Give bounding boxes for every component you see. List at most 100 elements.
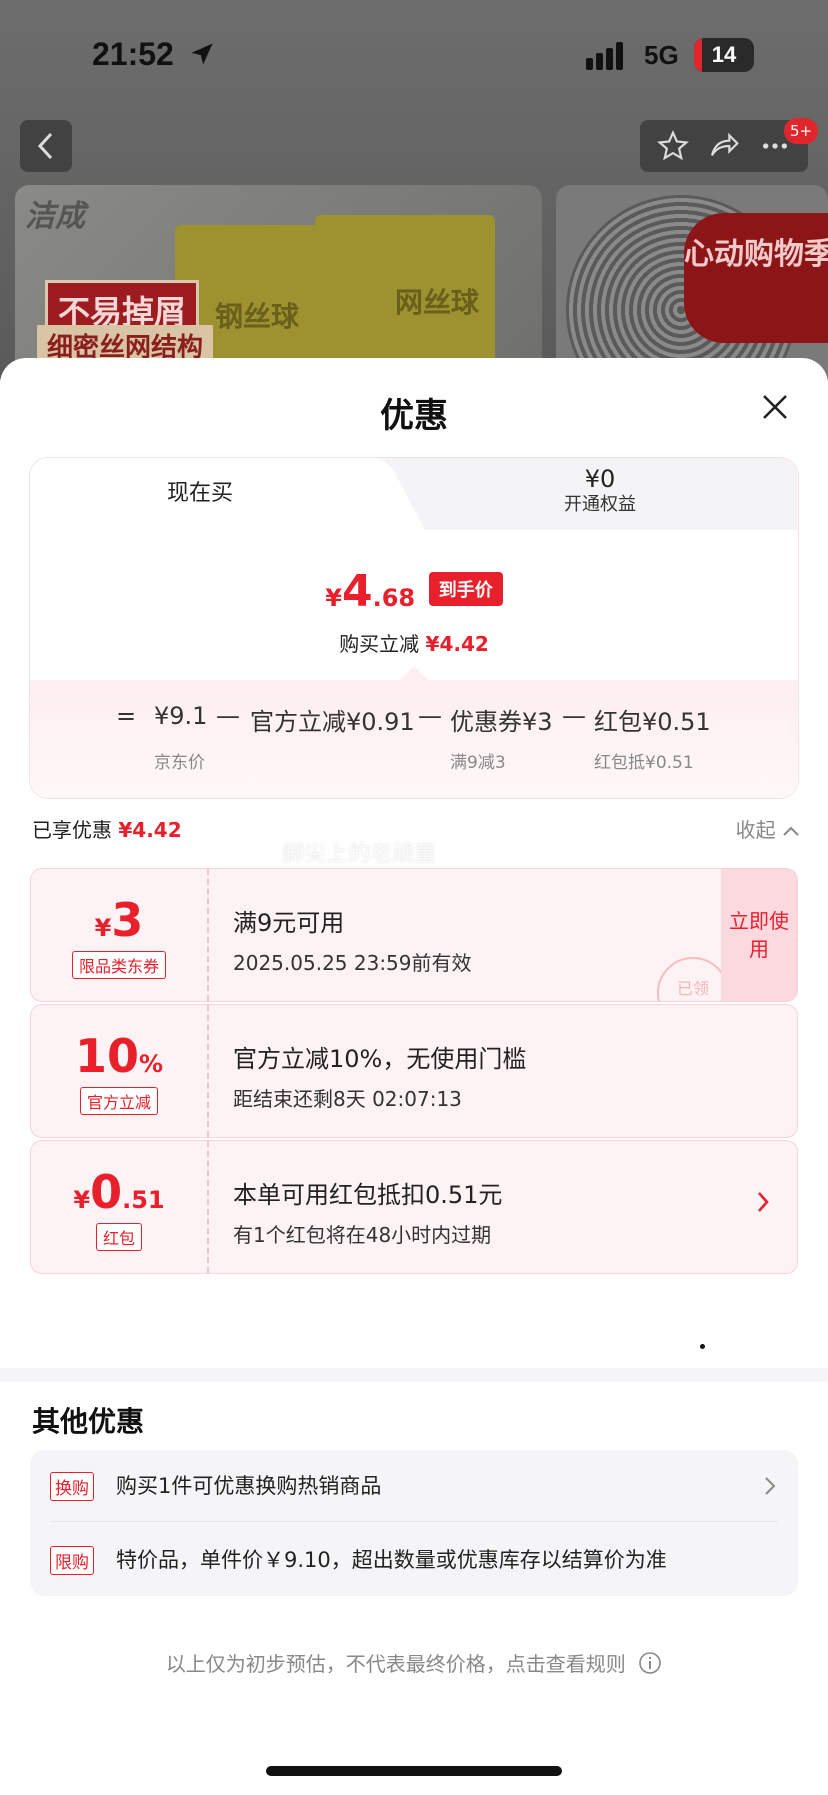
header-actions <box>640 120 808 172</box>
formula-coupon-sub: 满9减3 <box>450 753 506 773</box>
coupon-value-block: 10% 官方立减 <box>31 1005 209 1137</box>
tab-buy-now[interactable]: 现在买 <box>30 458 370 530</box>
location-arrow-icon <box>191 43 213 65</box>
price-formula: = ¥9.1 京东价 — 官方立减¥0.91 — 优惠券¥3 满9减3 — 红包… <box>30 666 798 798</box>
coupon-title: 满9元可用 <box>233 909 345 937</box>
claimed-stamp: 已领 <box>657 957 729 1001</box>
scroll-dot <box>700 1344 705 1349</box>
footer-note-text: 以上仅为初步预估，不代表最终价格，点击查看规则 <box>165 1652 626 1676</box>
final-price-currency: ¥ <box>325 584 342 612</box>
collapse-button[interactable]: 收起 <box>736 814 800 843</box>
use-now-button[interactable]: 立即使用 <box>721 869 797 1001</box>
chevron-up-icon <box>783 826 799 836</box>
price-card: 现在买 ¥0 开通权益 ¥4.68 到手价 购买立减 ¥4.42 = ¥9.1 … <box>30 458 798 798</box>
coupon-card-official: 10% 官方立减 官方立减10%，无使用门槛 距结束还剩8天 02:07:13 <box>30 1004 798 1138</box>
formula-minus: — <box>418 702 442 730</box>
coupon-card-jd[interactable]: ¥3 限品类东券 满9元可用 2025.05.25 23:59前有效 已领 立即… <box>30 868 798 1002</box>
product-image-secondary[interactable]: 心动购物季 <box>556 185 828 380</box>
chevron-right-icon <box>765 1477 776 1495</box>
coupon-currency: ¥ <box>73 1186 91 1214</box>
notification-badge: 5+ <box>784 118 819 144</box>
product-image-main[interactable]: 洁成 钢丝球 网丝球 不易掉屑 细密丝网结构 <box>15 185 542 380</box>
signal-icon <box>586 42 623 70</box>
coupon-currency: ¥ <box>94 914 112 942</box>
other-discounts-title: 其他优惠 <box>32 1405 145 1438</box>
collapse-label: 收起 <box>735 818 776 842</box>
product-backdrop: 21:52 5G 14 5+ 洁成 钢丝球 网丝球 不易掉屑 细密丝网结构 心动… <box>0 0 828 380</box>
formula-notch <box>400 666 428 680</box>
enjoyed-label-text: 已享优惠 <box>32 818 112 842</box>
status-time: 21:52 <box>92 36 174 72</box>
coupon-value-block: ¥3 限品类东券 <box>31 869 209 1001</box>
other-item-exchange[interactable]: 换购 购买1件可优惠换购热销商品 <box>50 1450 778 1522</box>
chevron-left-icon <box>37 132 53 160</box>
home-indicator[interactable] <box>266 1766 562 1776</box>
tab-membership[interactable]: ¥0 开通权益 <box>410 464 790 526</box>
coupon-decimal: .51 <box>122 1186 165 1214</box>
other-item-text: 购买1件可优惠换购热销商品 <box>116 1474 382 1498</box>
coupon-amount: 3 <box>111 893 144 947</box>
other-item-tag: 换购 <box>50 1472 94 1501</box>
star-icon[interactable] <box>657 130 690 162</box>
formula-minus: — <box>562 702 586 730</box>
pack-label: 钢丝球 <box>215 300 300 333</box>
save-value: ¥4.42 <box>425 632 489 656</box>
formula-base: ¥9.1 <box>154 702 208 730</box>
formula-official: 官方立减¥0.91 <box>250 708 415 736</box>
sheet-title: 优惠 <box>380 396 448 436</box>
other-item-text: 特价品，单件价￥9.10，超出数量或优惠库存以结算价为准 <box>116 1548 667 1572</box>
coupon-desc: 距结束还剩8天 02:07:13 <box>233 1087 462 1111</box>
coupon-value: ¥0.51 <box>31 1165 207 1219</box>
coupon-title: 官方立减10%，无使用门槛 <box>233 1045 527 1073</box>
coupon-card-redpacket[interactable]: ¥0.51 红包 本单可用红包抵扣0.51元 有1个红包将在48小时内过期 <box>30 1140 798 1274</box>
enjoyed-value: ¥4.42 <box>118 818 182 842</box>
watermark: 脚尖上的老顽童 <box>282 842 437 867</box>
price-tabs: 现在买 ¥0 开通权益 <box>30 458 798 530</box>
coupon-unit: % <box>138 1050 164 1078</box>
formula-base-sub: 京东价 <box>154 753 205 773</box>
share-icon[interactable] <box>708 130 740 162</box>
coupon-desc: 有1个红包将在48小时内过期 <box>233 1223 492 1247</box>
final-price-dec: .68 <box>372 584 416 612</box>
other-item-limit: 限购 特价品，单件价￥9.10，超出数量或优惠库存以结算价为准 <box>50 1524 778 1596</box>
other-discounts-list: 换购 购买1件可优惠换购热销商品 限购 特价品，单件价￥9.10，超出数量或优惠… <box>30 1450 798 1596</box>
pack-label: 网丝球 <box>395 286 480 319</box>
coupon-tag: 官方立减 <box>79 1087 158 1115</box>
status-bar: 21:52 5G 14 <box>0 0 828 110</box>
coupon-value-block: ¥0.51 红包 <box>31 1141 209 1273</box>
formula-minus: — <box>216 702 240 730</box>
save-label: 购买立减 <box>339 632 420 656</box>
coupon-amount: 10 <box>74 1029 139 1083</box>
other-item-tag: 限购 <box>50 1546 94 1575</box>
brand-logo: 洁成 <box>25 199 85 234</box>
tab-buy-now-label: 现在买 <box>166 481 233 506</box>
tab-membership-label: 开通权益 <box>564 494 636 515</box>
battery-icon: 14 <box>694 38 754 72</box>
coupon-amount: 0 <box>90 1165 123 1219</box>
formula-eq: = <box>116 702 137 730</box>
final-price: ¥4.68 到手价 <box>30 566 798 617</box>
coupon-title: 本单可用红包抵扣0.51元 <box>233 1181 503 1209</box>
save-line: 购买立减 ¥4.42 <box>30 628 798 657</box>
final-price-int: 4 <box>341 566 373 617</box>
festival-badge: 心动购物季 <box>684 213 828 343</box>
enjoyed-label: 已享优惠 ¥4.42 <box>32 818 182 842</box>
battery-level: 14 <box>711 42 737 67</box>
coupon-tag: 红包 <box>95 1223 142 1251</box>
coupon-tag: 限品类东券 <box>71 951 166 979</box>
final-price-tag: 到手价 <box>428 572 503 606</box>
coupon-value: ¥3 <box>31 893 207 947</box>
network-type: 5G <box>644 40 679 70</box>
tab-membership-price: ¥0 <box>584 465 616 493</box>
discount-sheet: 优惠 现在买 ¥0 开通权益 ¥4.68 到手价 购买立减 ¥4.42 = ¥9… <box>0 358 828 1795</box>
formula-redpacket: 红包¥0.51 <box>594 708 711 736</box>
rules-link[interactable]: 以上仅为初步预估，不代表最终价格，点击查看规则 <box>0 1648 828 1677</box>
section-divider <box>0 1368 828 1382</box>
chevron-right-icon <box>758 1192 769 1212</box>
coupon-value: 10% <box>31 1029 207 1083</box>
info-icon <box>639 1652 661 1674</box>
back-button[interactable] <box>20 120 72 172</box>
formula-coupon: 优惠券¥3 <box>450 708 553 736</box>
close-icon[interactable] <box>760 392 790 422</box>
formula-redpacket-sub: 红包抵¥0.51 <box>594 753 694 773</box>
